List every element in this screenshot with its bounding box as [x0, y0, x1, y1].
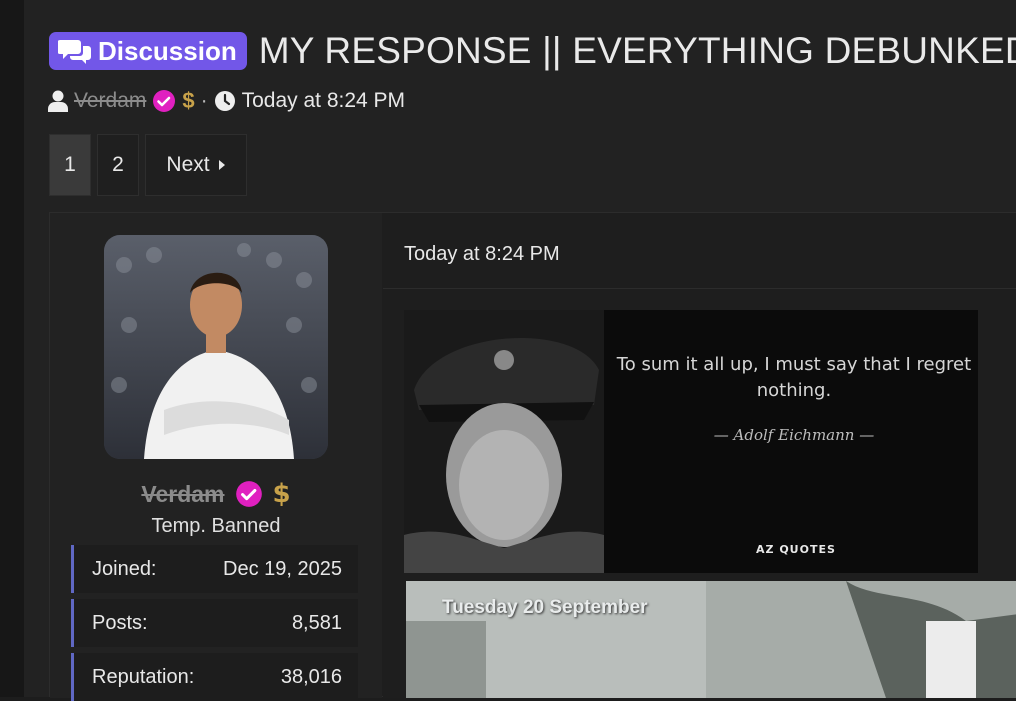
post-content: Today at 8:24 PM To sum it all up, I mus…: [383, 213, 1016, 698]
quote-brand: AZ QUOTES: [756, 543, 836, 556]
thread-meta: Verdam $ · Today at 8:24 PM: [48, 88, 405, 114]
dollar-badge-icon: $: [182, 88, 195, 113]
video-still-image[interactable]: Tuesday 20 September: [406, 581, 1016, 698]
post: Verdam $ Temp. Banned Joined: Dec 19, 20…: [49, 212, 1016, 701]
video-caption: Tuesday 20 September: [442, 597, 648, 618]
user-panel: Verdam $ Temp. Banned Joined: Dec 19, 20…: [50, 213, 382, 701]
stat-value: Dec 19, 2025: [223, 557, 342, 580]
stat-posts: Posts: 8,581: [71, 599, 358, 647]
portrait-photo: [404, 310, 604, 573]
page-1-button[interactable]: 1: [49, 134, 91, 196]
caret-right-icon: [218, 160, 225, 170]
page-2-button[interactable]: 2: [97, 134, 139, 196]
user-title: Temp. Banned: [151, 515, 281, 537]
stat-joined: Joined: Dec 19, 2025: [71, 545, 358, 593]
next-label: Next: [166, 153, 210, 176]
meta-separator: ·: [200, 89, 208, 112]
author-link[interactable]: Verdam: [74, 89, 146, 113]
next-page-button[interactable]: Next: [145, 134, 247, 196]
avatar[interactable]: [104, 235, 328, 459]
username[interactable]: Verdam: [141, 481, 224, 508]
pagination: 1 2 Next: [49, 134, 247, 196]
quote-image[interactable]: To sum it all up, I must say that I regr…: [404, 310, 978, 573]
stat-label: Posts:: [92, 611, 148, 634]
user-icon: [48, 90, 68, 112]
stat-reputation: Reputation: 38,016: [71, 653, 358, 701]
thread-header: Discussion MY RESPONSE || EVERYTHING DEB…: [49, 30, 1016, 72]
username-row: Verdam $: [50, 479, 382, 509]
panel-arrow: [364, 253, 382, 289]
prefix-badge[interactable]: Discussion: [49, 32, 247, 70]
verified-icon: [235, 481, 262, 507]
clock-icon: [214, 91, 235, 111]
quote-author: — Adolf Eichmann —: [713, 426, 875, 444]
stat-value: 38,016: [280, 665, 342, 688]
post-time[interactable]: Today at 8:24 PM: [404, 243, 560, 266]
stat-label: Reputation:: [92, 665, 195, 688]
discussion-icon: [58, 40, 91, 64]
dollar-badge-icon: $: [272, 479, 291, 509]
thread-page: Discussion MY RESPONSE || EVERYTHING DEB…: [24, 0, 1016, 701]
stat-label: Joined:: [92, 557, 157, 580]
stat-value[interactable]: 8,581: [292, 612, 342, 635]
verified-icon: [153, 90, 176, 112]
left-sidebar-strip: [0, 0, 24, 697]
quote-text: To sum it all up, I must say that I regr…: [616, 354, 972, 401]
post-divider: [383, 288, 1016, 289]
thread-title: MY RESPONSE || EVERYTHING DEBUNKED: [258, 30, 1016, 71]
thread-time[interactable]: Today at 8:24 PM: [242, 89, 405, 113]
prefix-label: Discussion: [98, 35, 237, 66]
